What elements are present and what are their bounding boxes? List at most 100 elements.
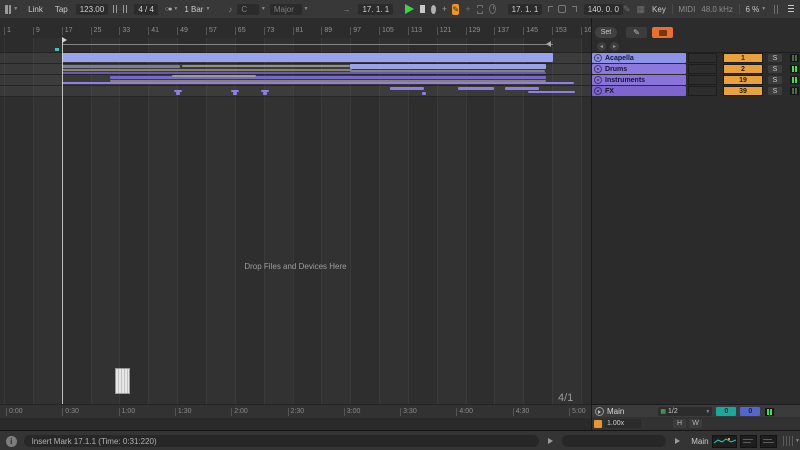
track-name-bar[interactable]: Acapella	[592, 53, 686, 63]
cpu-load-field[interactable]: 6 %	[745, 5, 759, 14]
loop-end-marker[interactable]	[546, 41, 551, 47]
stop-button[interactable]	[420, 5, 425, 13]
clip[interactable]	[62, 72, 546, 74]
white-handle[interactable]	[115, 368, 130, 394]
key-root-select[interactable]: C	[237, 4, 259, 15]
grid-interval-select[interactable]: ▦ 1/2 ▼	[658, 407, 712, 416]
main-track-activator-icon[interactable]	[595, 407, 604, 416]
clip[interactable]	[458, 87, 494, 90]
track-routing-value[interactable]: 1	[723, 53, 763, 63]
loop-start-field[interactable]: 17. 1. 1	[508, 4, 543, 15]
metronome-icon[interactable]: ○●	[165, 6, 171, 13]
cpu-caret[interactable]: ▼	[761, 6, 766, 12]
next-locator-button[interactable]: ▸	[610, 42, 619, 51]
solo-button[interactable]: S	[768, 87, 782, 95]
clip[interactable]	[528, 91, 575, 93]
track-routing-value[interactable]: 2	[723, 64, 763, 74]
clip[interactable]	[62, 69, 352, 71]
time-ruler[interactable]: 0:000:301:001:302:002:303:003:304:004:30…	[0, 404, 591, 419]
track-activator-icon[interactable]	[594, 87, 602, 95]
clip[interactable]	[62, 65, 180, 68]
width-zoom-button[interactable]: W	[689, 419, 702, 428]
track-io-box[interactable]	[688, 64, 717, 74]
back-to-arrangement-button[interactable]	[652, 27, 673, 38]
solo-button[interactable]: S	[768, 76, 782, 84]
push-display-icon[interactable]: ▦	[637, 4, 646, 15]
height-zoom-button[interactable]: H	[673, 419, 686, 428]
expand-arrow-icon[interactable]	[548, 438, 553, 444]
track-activator-icon[interactable]	[594, 54, 602, 62]
track-lane[interactable]	[0, 86, 591, 97]
track-activator-icon[interactable]	[594, 65, 602, 73]
add-locator-icon[interactable]: +	[442, 4, 447, 14]
midi-map-button[interactable]: MIDI	[678, 5, 695, 14]
tempo-field[interactable]: 123.00	[76, 4, 108, 15]
play-button[interactable]	[405, 4, 414, 14]
track-io-box[interactable]	[688, 86, 717, 96]
punch-out-icon[interactable]	[572, 6, 577, 12]
track-io-box[interactable]	[688, 53, 717, 63]
track-routing-value[interactable]: 19	[723, 75, 763, 85]
link-button[interactable]: Link	[28, 5, 43, 14]
key-scale-select[interactable]: Major	[270, 4, 302, 15]
speed-value-field[interactable]: 1.00x	[605, 419, 641, 428]
clip[interactable]	[263, 92, 267, 95]
record-button[interactable]	[431, 5, 436, 14]
hamburger-menu-icon[interactable]	[788, 5, 794, 13]
clip[interactable]	[233, 92, 237, 95]
punch-in-icon[interactable]	[548, 6, 553, 12]
track-name-bar[interactable]: Instruments	[592, 75, 686, 85]
pencil-icon[interactable]: ✎	[623, 4, 631, 15]
key-map-button[interactable]: Key	[652, 5, 666, 14]
track-name-bar[interactable]: FX	[592, 86, 686, 96]
clip[interactable]	[62, 82, 574, 84]
window-layout-icon[interactable]	[5, 5, 11, 14]
track-meter	[790, 65, 799, 73]
arrangement-position-field[interactable]: 17. 1. 1	[358, 4, 393, 15]
clip[interactable]	[172, 75, 256, 77]
track-activator-icon[interactable]	[594, 76, 602, 84]
key-root-caret[interactable]: ▼	[261, 6, 266, 12]
loop-length-field[interactable]: 140. 0. 0	[584, 4, 623, 15]
nudge-up-button[interactable]	[123, 5, 128, 13]
clip[interactable]	[390, 87, 424, 90]
track-name-bar[interactable]: Drums	[592, 64, 686, 74]
automation-mode-button[interactable]: ✎	[626, 27, 647, 38]
draw-mode-button[interactable]: ✎	[452, 4, 459, 15]
set-locator-button[interactable]: Set	[595, 27, 617, 38]
loop-brace[interactable]	[62, 44, 553, 45]
clip[interactable]	[182, 65, 350, 67]
clip[interactable]	[176, 92, 180, 95]
follow-button[interactable]: →	[342, 5, 350, 14]
clip[interactable]	[350, 64, 546, 69]
clip[interactable]	[422, 92, 426, 95]
quantize-menu[interactable]: 1 Bar	[184, 5, 203, 14]
time-signature-field[interactable]: 4 / 4	[134, 4, 158, 15]
arrangement-canvas[interactable]: 1917253341495765738189971051131211291371…	[0, 18, 591, 430]
clip[interactable]	[62, 53, 553, 62]
chevron-down-icon[interactable]: ▼	[13, 6, 18, 12]
track-io-box[interactable]	[688, 75, 717, 85]
solo-button[interactable]: S	[768, 65, 782, 73]
marquee-select-icon[interactable]	[477, 5, 484, 14]
locator-marker[interactable]	[55, 48, 59, 51]
tap-tempo-button[interactable]: Tap	[55, 5, 68, 14]
metronome-menu-caret[interactable]: ▼	[173, 6, 178, 12]
prev-locator-button[interactable]: ◂	[597, 42, 606, 51]
quantize-caret[interactable]: ▼	[205, 6, 210, 12]
key-scale-caret[interactable]: ▼	[304, 6, 309, 12]
main-send-b-box[interactable]: 0	[740, 407, 760, 416]
automation-plus-icon[interactable]: +	[465, 4, 470, 14]
main-track-row[interactable]: Main ▦ 1/2 ▼ 0 0	[592, 404, 800, 418]
loop-switch-icon[interactable]	[558, 5, 566, 13]
speed-icon[interactable]	[594, 420, 602, 428]
clip[interactable]	[505, 87, 539, 90]
nudge-down-button[interactable]	[113, 5, 118, 13]
solo-button[interactable]: S	[768, 54, 782, 62]
expand-arrow-icon[interactable]	[675, 438, 680, 444]
status-caret[interactable]: ▼	[795, 438, 800, 444]
track-routing-value[interactable]: 39	[723, 86, 763, 96]
info-icon[interactable]: i	[6, 436, 17, 447]
main-send-a-box[interactable]: 0	[716, 407, 736, 416]
capture-midi-icon[interactable]	[489, 4, 496, 14]
